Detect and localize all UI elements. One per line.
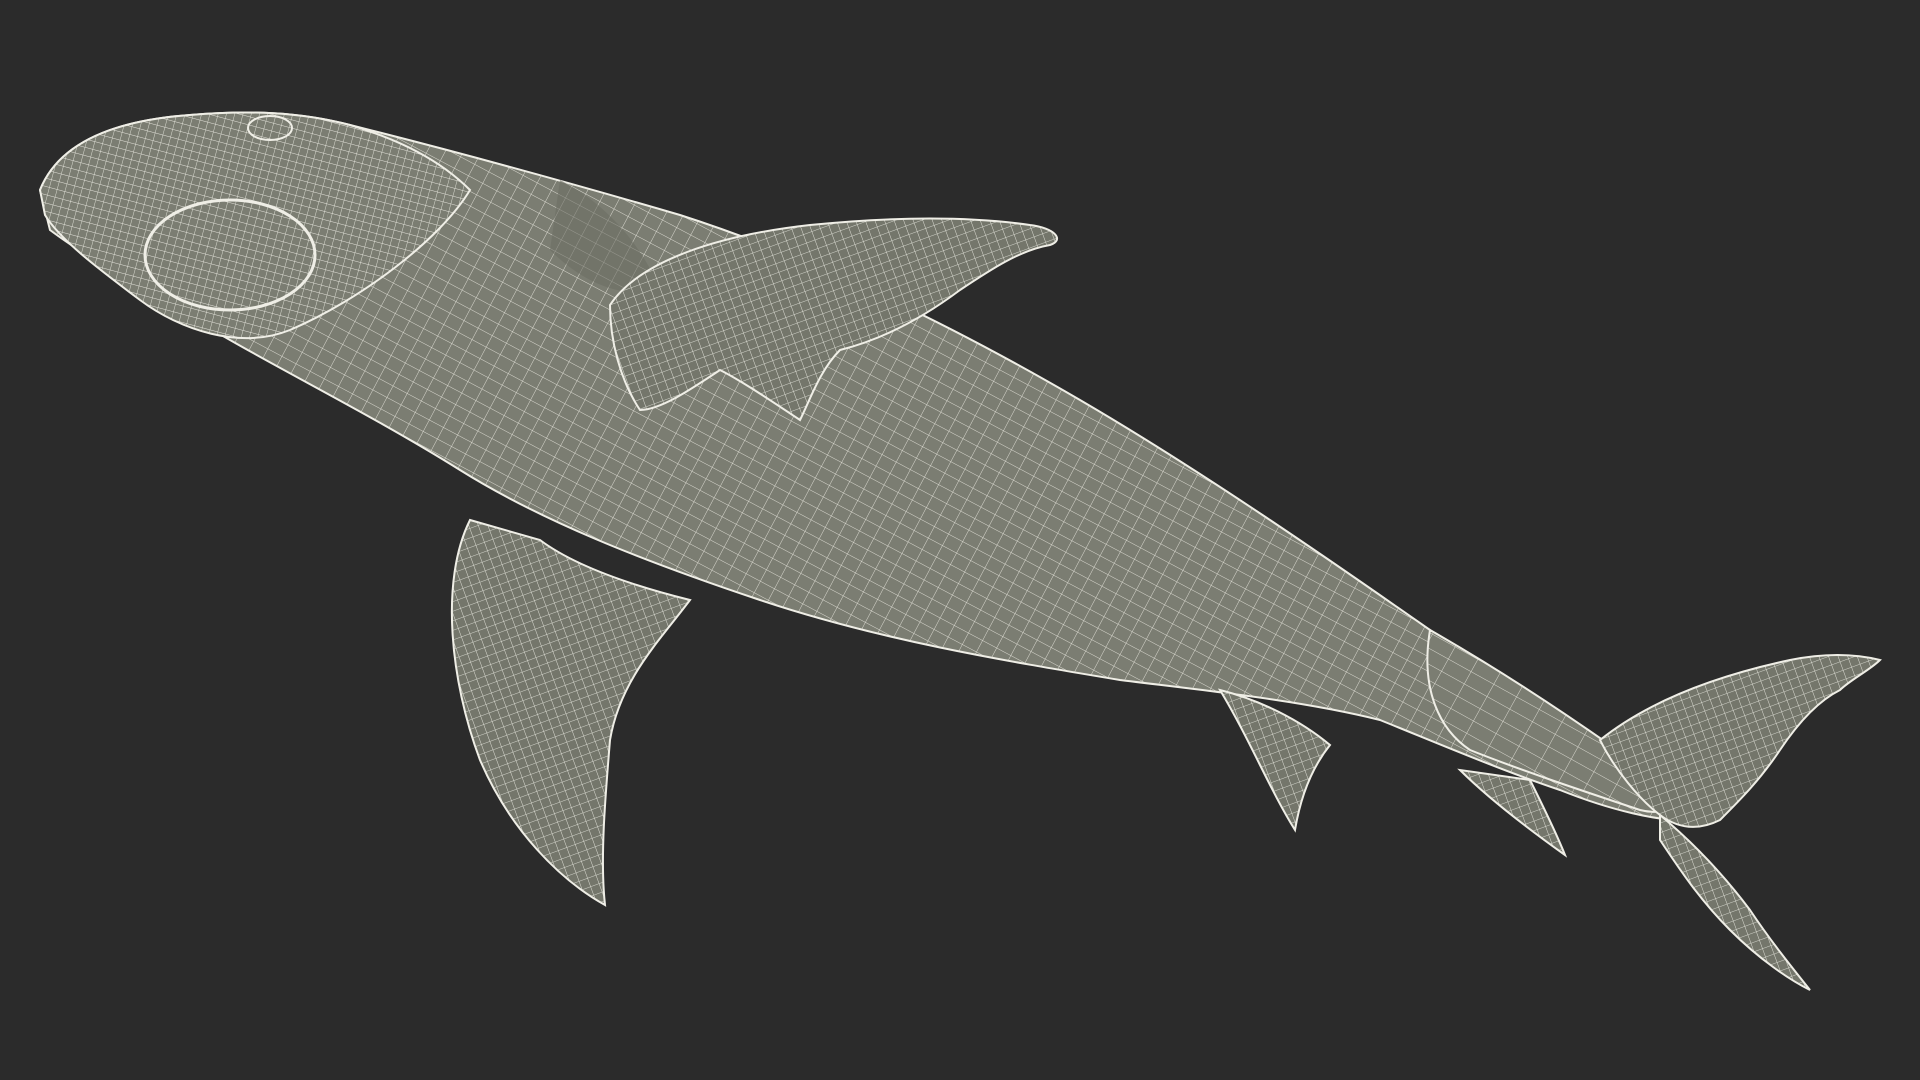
pelvic-fin (1217, 688, 1332, 833)
viewport (0, 0, 1920, 1080)
caudal-fin-lower (1659, 812, 1811, 991)
nostril-ring (247, 115, 293, 141)
pectoral-fin-left (450, 518, 692, 907)
shark-wireframe-render (38, 111, 1882, 991)
